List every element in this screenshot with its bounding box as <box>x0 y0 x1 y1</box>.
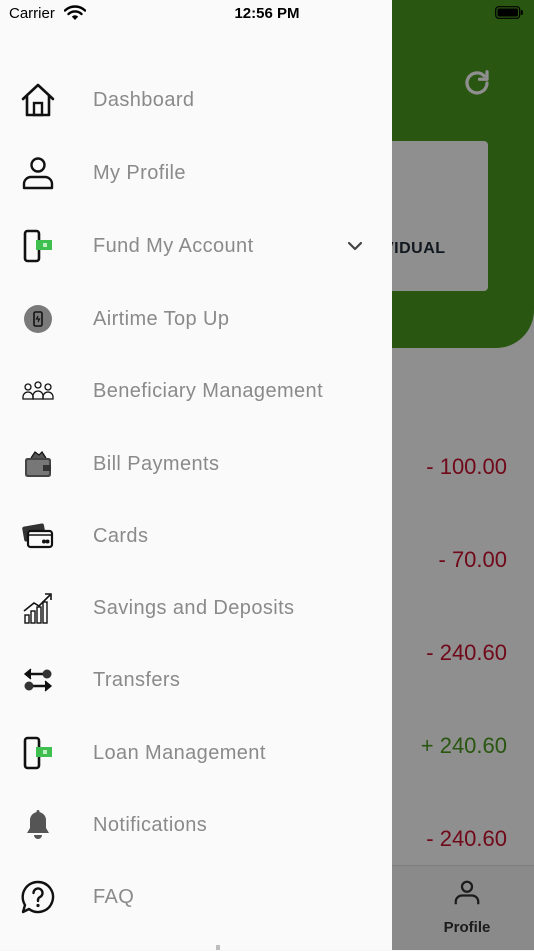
menu-item-my-profile[interactable]: My Profile <box>0 137 392 209</box>
menu-item-label: FAQ <box>93 885 135 908</box>
people-icon <box>18 371 58 411</box>
menu-item-label: Fund My Account <box>93 234 254 257</box>
menu-item-label: Cards <box>93 524 149 547</box>
menu-item-cards[interactable]: Cards <box>0 500 392 572</box>
menu-item-label: Dashboard <box>93 88 195 111</box>
growth-chart-icon <box>18 588 58 628</box>
menu-item-label: Notifications <box>93 813 208 836</box>
menu-item-label: Bill Payments <box>93 452 220 475</box>
menu-item-transfers[interactable]: Transfers <box>0 644 392 716</box>
menu-item-dashboard[interactable]: Dashboard <box>0 64 392 136</box>
menu-item-beneficiary-management[interactable]: Beneficiary Management <box>0 355 392 427</box>
clock: 12:56 PM <box>234 5 300 22</box>
menu-item-label: Loan Management <box>93 741 266 764</box>
bell-icon <box>18 805 58 845</box>
menu-item-airtime-top-up[interactable]: Airtime Top Up <box>0 283 392 355</box>
menu-item-label: Airtime Top Up <box>93 307 230 330</box>
battery-icon <box>495 6 523 19</box>
home-indicator <box>216 945 220 950</box>
menu-item-notifications[interactable]: Notifications <box>0 789 392 861</box>
home-icon <box>18 80 58 120</box>
cards-icon <box>18 516 58 556</box>
chevron-down-icon[interactable] <box>346 237 364 255</box>
menu-item-label: Beneficiary Management <box>93 379 324 402</box>
menu-item-fund-my-account[interactable]: Fund My Account <box>0 210 392 282</box>
phone-topup-icon <box>18 299 58 339</box>
transfer-arrows-icon <box>18 660 58 700</box>
menu-item-label: Transfers <box>93 668 181 691</box>
wallet-icon <box>18 444 58 484</box>
user-icon <box>18 153 58 193</box>
menu-item-savings-and-deposits[interactable]: Savings and Deposits <box>0 572 392 644</box>
menu-item-label: Savings and Deposits <box>93 596 295 619</box>
mobile-money-icon <box>18 733 58 773</box>
status-bar: Carrier 12:56 PM <box>0 0 534 30</box>
menu-item-faq[interactable]: FAQ <box>0 861 392 933</box>
menu-item-bill-payments[interactable]: Bill Payments <box>0 428 392 500</box>
question-icon <box>18 877 58 917</box>
side-drawer: Dashboard My Profile Fund My Account Air… <box>0 0 392 950</box>
mobile-money-icon <box>18 226 58 266</box>
menu-item-loan-management[interactable]: Loan Management <box>0 717 392 789</box>
menu-item-label: My Profile <box>93 161 186 184</box>
